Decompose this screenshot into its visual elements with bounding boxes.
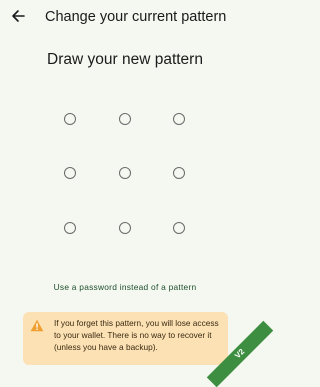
pattern-dot[interactable] — [173, 167, 185, 179]
pattern-dot[interactable] — [64, 113, 76, 125]
warning-banner: If you forget this pattern, you will los… — [23, 312, 228, 365]
pattern-heading: Draw your new pattern — [47, 51, 203, 68]
pattern-dot[interactable] — [119, 113, 131, 125]
warning-triangle-icon — [30, 319, 44, 332]
pattern-grid[interactable] — [62, 110, 188, 236]
pattern-dot[interactable] — [173, 222, 185, 234]
pattern-dot[interactable] — [173, 113, 185, 125]
page-title: Change your current pattern — [45, 9, 227, 25]
app-bar: Change your current pattern — [0, 0, 250, 36]
arrow-left-icon — [12, 10, 25, 22]
back-button[interactable] — [9, 7, 27, 25]
pattern-dot[interactable] — [119, 222, 131, 234]
pattern-dot[interactable] — [64, 167, 76, 179]
pattern-dot[interactable] — [119, 167, 131, 179]
warning-text: If you forget this pattern, you will los… — [54, 318, 219, 352]
pattern-dot[interactable] — [64, 222, 76, 234]
use-password-link[interactable]: Use a password instead of a pattern — [0, 281, 250, 293]
